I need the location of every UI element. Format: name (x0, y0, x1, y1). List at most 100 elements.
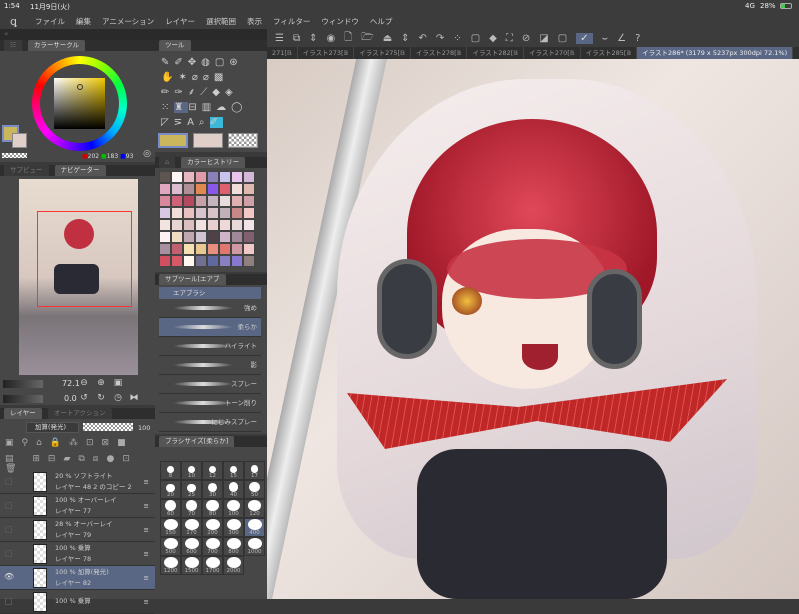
rotation-slider[interactable] (3, 395, 43, 403)
brush-size-option[interactable]: 600 (181, 537, 202, 556)
color-history-swatch[interactable] (159, 243, 171, 255)
tool-sub-color[interactable] (193, 133, 223, 148)
opacity-slider[interactable] (83, 423, 133, 431)
color-history-swatch[interactable] (171, 183, 183, 195)
deselect-icon[interactable]: ⁘ (453, 33, 461, 44)
color-history-swatch[interactable] (207, 195, 219, 207)
snap-special-icon[interactable]: ⌣ (602, 33, 609, 44)
tab-color-circle[interactable]: カラーサークル (27, 40, 86, 51)
brush-size-option[interactable]: 200 (202, 518, 223, 537)
visibility-toggle[interactable] (5, 598, 12, 605)
layer-row[interactable]: 👁 100 % 加算(発光) レイヤー 82 ≡ (0, 566, 155, 590)
color-history-swatch[interactable] (195, 255, 207, 267)
menu-item[interactable]: 編集 (76, 16, 91, 27)
color-history-swatch[interactable] (159, 231, 171, 243)
tab-navigator[interactable]: ナビゲーター (54, 165, 106, 176)
color-history-swatch[interactable] (195, 171, 207, 183)
drag-handle-icon[interactable]: ≡ (144, 598, 149, 606)
color-history-swatch[interactable] (243, 231, 255, 243)
color-history-swatch[interactable] (195, 183, 207, 195)
tone-icon[interactable]: ◪ (539, 33, 548, 44)
brush-size-option[interactable]: 400 (244, 518, 265, 537)
color-history-swatch[interactable] (207, 171, 219, 183)
color-history-swatch[interactable] (231, 171, 243, 183)
color-history-swatch[interactable] (231, 243, 243, 255)
color-history-swatch[interactable] (171, 255, 183, 267)
color-history-swatch[interactable] (159, 207, 171, 219)
brush-size-option[interactable]: 1500 (181, 556, 202, 575)
menu-item[interactable]: ウィンドウ (321, 16, 359, 27)
fit-icon[interactable]: ▣ (112, 377, 124, 389)
subtool-item[interactable]: スプレー (159, 375, 261, 394)
brush-size-option[interactable]: 50 (244, 480, 265, 499)
color-history-swatch[interactable] (207, 183, 219, 195)
color-history-swatch[interactable] (183, 171, 195, 183)
color-history-swatch[interactable] (243, 255, 255, 267)
visibility-toggle[interactable] (5, 550, 12, 557)
brush-size-option[interactable]: 15 (223, 461, 244, 480)
save-options-icon[interactable]: ⇕ (401, 33, 409, 44)
visibility-toggle[interactable] (5, 478, 12, 485)
document-tab[interactable]: イラスト285[𝔹 (581, 47, 638, 59)
arrows-icon[interactable]: ⇕ (309, 33, 317, 44)
color-history-swatch[interactable] (231, 195, 243, 207)
color-history-swatch[interactable] (171, 231, 183, 243)
color-history-swatch[interactable] (195, 195, 207, 207)
app-logo-icon[interactable]: ꝗ (10, 15, 17, 28)
visibility-toggle[interactable] (5, 526, 12, 533)
brush-size-option[interactable]: 800 (223, 537, 244, 556)
color-history-swatch[interactable] (207, 231, 219, 243)
brush-size-option[interactable]: 60 (160, 499, 181, 518)
color-history-swatch[interactable] (171, 171, 183, 183)
document-tab[interactable]: イラスト278[𝔹 (411, 47, 468, 59)
color-history-swatch[interactable] (183, 183, 195, 195)
snap-ruler-icon[interactable]: ✓ (576, 32, 593, 44)
brush-size-option[interactable]: 10 (181, 461, 202, 480)
undo-icon[interactable]: ↶ (419, 33, 427, 44)
brush-size-option[interactable]: 2000 (223, 556, 244, 575)
color-history-swatch[interactable] (159, 183, 171, 195)
color-history-swatch[interactable] (195, 243, 207, 255)
drawing-canvas[interactable] (267, 59, 799, 599)
layer-row[interactable]: 28 % オーバーレイ レイヤー 79 ≡ (0, 518, 155, 542)
tool-transparent-color[interactable] (228, 133, 258, 148)
brush-size-option[interactable]: 100 (223, 499, 244, 518)
zoom-in-icon[interactable]: ⊕ (95, 377, 107, 389)
crop-icon[interactable]: ⛶ (506, 33, 513, 44)
subtool-item[interactable]: トーン削り (159, 394, 261, 413)
tab-auto-action[interactable]: オートアクション (47, 408, 112, 419)
color-history-swatch[interactable] (195, 219, 207, 231)
sub-color-swatch[interactable] (12, 133, 27, 148)
brush-size-option[interactable]: 70 (181, 499, 202, 518)
square-icon[interactable]: ▢ (558, 33, 567, 44)
color-history-swatch[interactable] (207, 219, 219, 231)
layer-row[interactable]: 100 % オーバーレイ レイヤー 77 ≡ (0, 494, 155, 518)
hue-ring[interactable] (32, 56, 127, 151)
zoom-out-icon[interactable]: ⊖ (78, 377, 90, 389)
menu-item[interactable]: 選択範囲 (206, 16, 236, 27)
menu-item[interactable]: レイヤー (165, 16, 195, 27)
color-history-swatch[interactable] (231, 207, 243, 219)
brush-size-option[interactable]: 17 (244, 461, 265, 480)
tab-subtool[interactable]: サブツール[エアブ (159, 274, 226, 285)
flip-horizontal-icon[interactable]: ⧓ (128, 392, 140, 404)
menu-item[interactable]: 表示 (247, 16, 262, 27)
color-history-swatch[interactable] (159, 171, 171, 183)
color-history-swatch[interactable] (243, 219, 255, 231)
brush-size-option[interactable]: 20 (160, 480, 181, 499)
subtool-item[interactable]: 柔らか (159, 318, 261, 337)
subtool-item[interactable]: 影 (159, 356, 261, 375)
brush-size-option[interactable]: 1700 (202, 556, 223, 575)
brush-size-option[interactable]: 1200 (160, 556, 181, 575)
drag-handle-icon[interactable]: ≡ (144, 526, 149, 534)
clear-icon[interactable]: ⊘ (522, 33, 530, 44)
brush-size-option[interactable]: 25 (181, 480, 202, 499)
color-history-swatch[interactable] (183, 207, 195, 219)
drag-handle-icon[interactable]: ≡ (144, 502, 149, 510)
color-history-swatch[interactable] (207, 207, 219, 219)
color-history-swatch[interactable] (219, 231, 231, 243)
color-history-swatch[interactable] (183, 195, 195, 207)
color-history-swatch[interactable] (219, 243, 231, 255)
brush-size-option[interactable]: 700 (202, 537, 223, 556)
color-history-swatch[interactable] (171, 243, 183, 255)
